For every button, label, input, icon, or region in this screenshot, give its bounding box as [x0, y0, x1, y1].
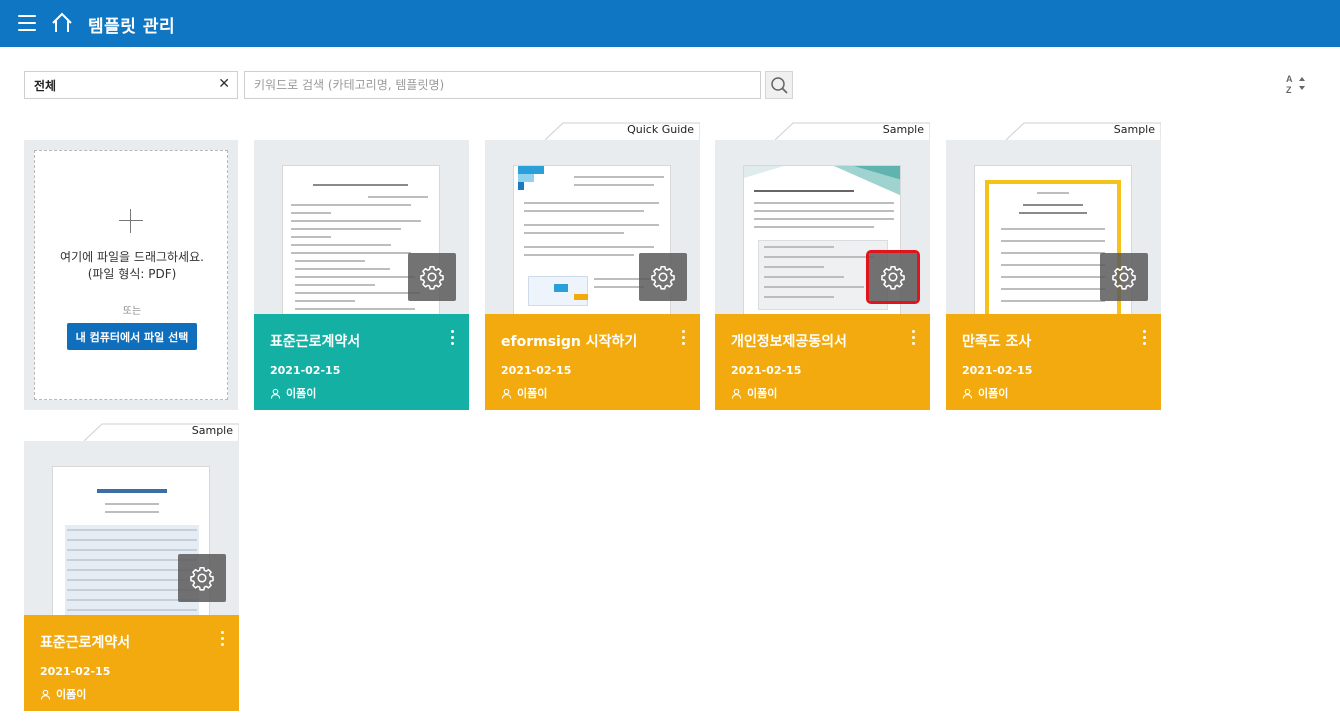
search-button[interactable]: [765, 71, 793, 99]
card-info: 표준근로계약서 2021-02-15 이폼이: [24, 615, 239, 711]
search-icon: [771, 77, 788, 94]
gear-icon: [1112, 265, 1136, 290]
template-name: 표준근로계약서: [270, 334, 361, 350]
tag-label: Sample: [882, 123, 924, 136]
tag-label: Quick Guide: [627, 123, 694, 136]
drop-instructions: 여기에 파일을 드래그하세요. (파일 형식: PDF): [35, 249, 229, 283]
card-info: 만족도 조사 2021-02-15 이폼이: [946, 314, 1161, 410]
sort-az-icon[interactable]: A Z: [1284, 72, 1308, 96]
template-thumbnail: [715, 140, 930, 314]
svg-text:A: A: [1286, 74, 1293, 84]
category-value: 전체: [34, 79, 57, 93]
user-icon: [270, 388, 281, 399]
drop-line-2: (파일 형식: PDF): [87, 267, 177, 281]
template-date: 2021-02-15: [40, 665, 111, 678]
settings-gear-button[interactable]: [639, 253, 687, 301]
more-options-icon[interactable]: [449, 330, 455, 348]
template-card[interactable]: 표준근로계약서 2021-02-15 이폼이: [254, 140, 469, 410]
search-input[interactable]: [244, 71, 761, 99]
template-name: eformsign 시작하기: [501, 334, 638, 350]
settings-gear-button[interactable]: [408, 253, 456, 301]
template-card[interactable]: Sample 만족도 조사 2021-02-15 이폼이: [946, 122, 1161, 410]
user-icon: [501, 388, 512, 399]
upload-panel: 여기에 파일을 드래그하세요. (파일 형식: PDF) 또는 내 컴퓨터에서 …: [24, 140, 238, 410]
owner-name: 이폼이: [978, 387, 1009, 400]
hamburger-menu-icon[interactable]: [18, 15, 36, 31]
template-date: 2021-02-15: [501, 364, 572, 377]
category-select[interactable]: 전체 ✕: [24, 71, 238, 99]
template-card[interactable]: Quick Guide eformsign 시작하기 2021-02-15 이폼…: [485, 122, 700, 410]
more-options-icon[interactable]: [680, 330, 686, 348]
gear-icon: [420, 265, 444, 290]
template-card[interactable]: Sample 개인정보제공동의서 2021-02-15 이폼이: [715, 122, 930, 410]
template-thumbnail: [24, 441, 239, 615]
more-options-icon[interactable]: [219, 631, 225, 649]
more-options-icon[interactable]: [910, 330, 916, 348]
home-icon[interactable]: [50, 11, 74, 35]
doc-banner: [744, 166, 900, 196]
plus-icon: [119, 209, 143, 233]
card-info: eformsign 시작하기 2021-02-15 이폼이: [485, 314, 700, 410]
owner-name: 이폼이: [517, 387, 548, 400]
drop-line-1: 여기에 파일을 드래그하세요.: [60, 250, 204, 264]
user-icon: [962, 388, 973, 399]
template-owner: 이폼이: [962, 385, 1008, 401]
svg-text:Z: Z: [1286, 85, 1292, 95]
card-info: 표준근로계약서 2021-02-15 이폼이: [254, 314, 469, 410]
more-options-icon[interactable]: [1141, 330, 1147, 348]
tag-label: Sample: [191, 424, 233, 437]
template-name: 개인정보제공동의서: [731, 334, 847, 350]
user-icon: [40, 689, 51, 700]
gear-icon: [190, 566, 214, 591]
tag-label: Sample: [1113, 123, 1155, 136]
owner-name: 이폼이: [747, 387, 778, 400]
template-date: 2021-02-15: [962, 364, 1033, 377]
template-owner: 이폼이: [40, 686, 86, 702]
template-date: 2021-02-15: [270, 364, 341, 377]
page-title: 템플릿 관리: [88, 17, 176, 37]
choose-file-button[interactable]: 내 컴퓨터에서 파일 선택: [67, 323, 197, 350]
gear-icon: [881, 265, 905, 290]
top-bar: 템플릿 관리: [0, 0, 1340, 47]
settings-gear-button[interactable]: [866, 250, 920, 304]
template-thumbnail: [946, 140, 1161, 314]
template-card[interactable]: Sample 표준근로계약서 2021-02-15 이폼이: [24, 423, 239, 711]
clear-icon[interactable]: ✕: [218, 76, 230, 92]
template-thumbnail: [254, 140, 469, 314]
template-owner: 이폼이: [731, 385, 777, 401]
template-thumbnail: [485, 140, 700, 314]
template-name: 표준근로계약서: [40, 635, 131, 651]
file-drop-zone[interactable]: 여기에 파일을 드래그하세요. (파일 형식: PDF) 또는 내 컴퓨터에서 …: [34, 150, 228, 400]
settings-gear-button[interactable]: [178, 554, 226, 602]
template-name: 만족도 조사: [962, 334, 1032, 350]
or-label: 또는: [122, 306, 142, 317]
template-owner: 이폼이: [270, 385, 316, 401]
card-info: 개인정보제공동의서 2021-02-15 이폼이: [715, 314, 930, 410]
gear-icon: [651, 265, 675, 290]
owner-name: 이폼이: [56, 688, 87, 701]
settings-gear-button[interactable]: [1100, 253, 1148, 301]
template-date: 2021-02-15: [731, 364, 802, 377]
template-owner: 이폼이: [501, 385, 547, 401]
user-icon: [731, 388, 742, 399]
owner-name: 이폼이: [286, 387, 317, 400]
